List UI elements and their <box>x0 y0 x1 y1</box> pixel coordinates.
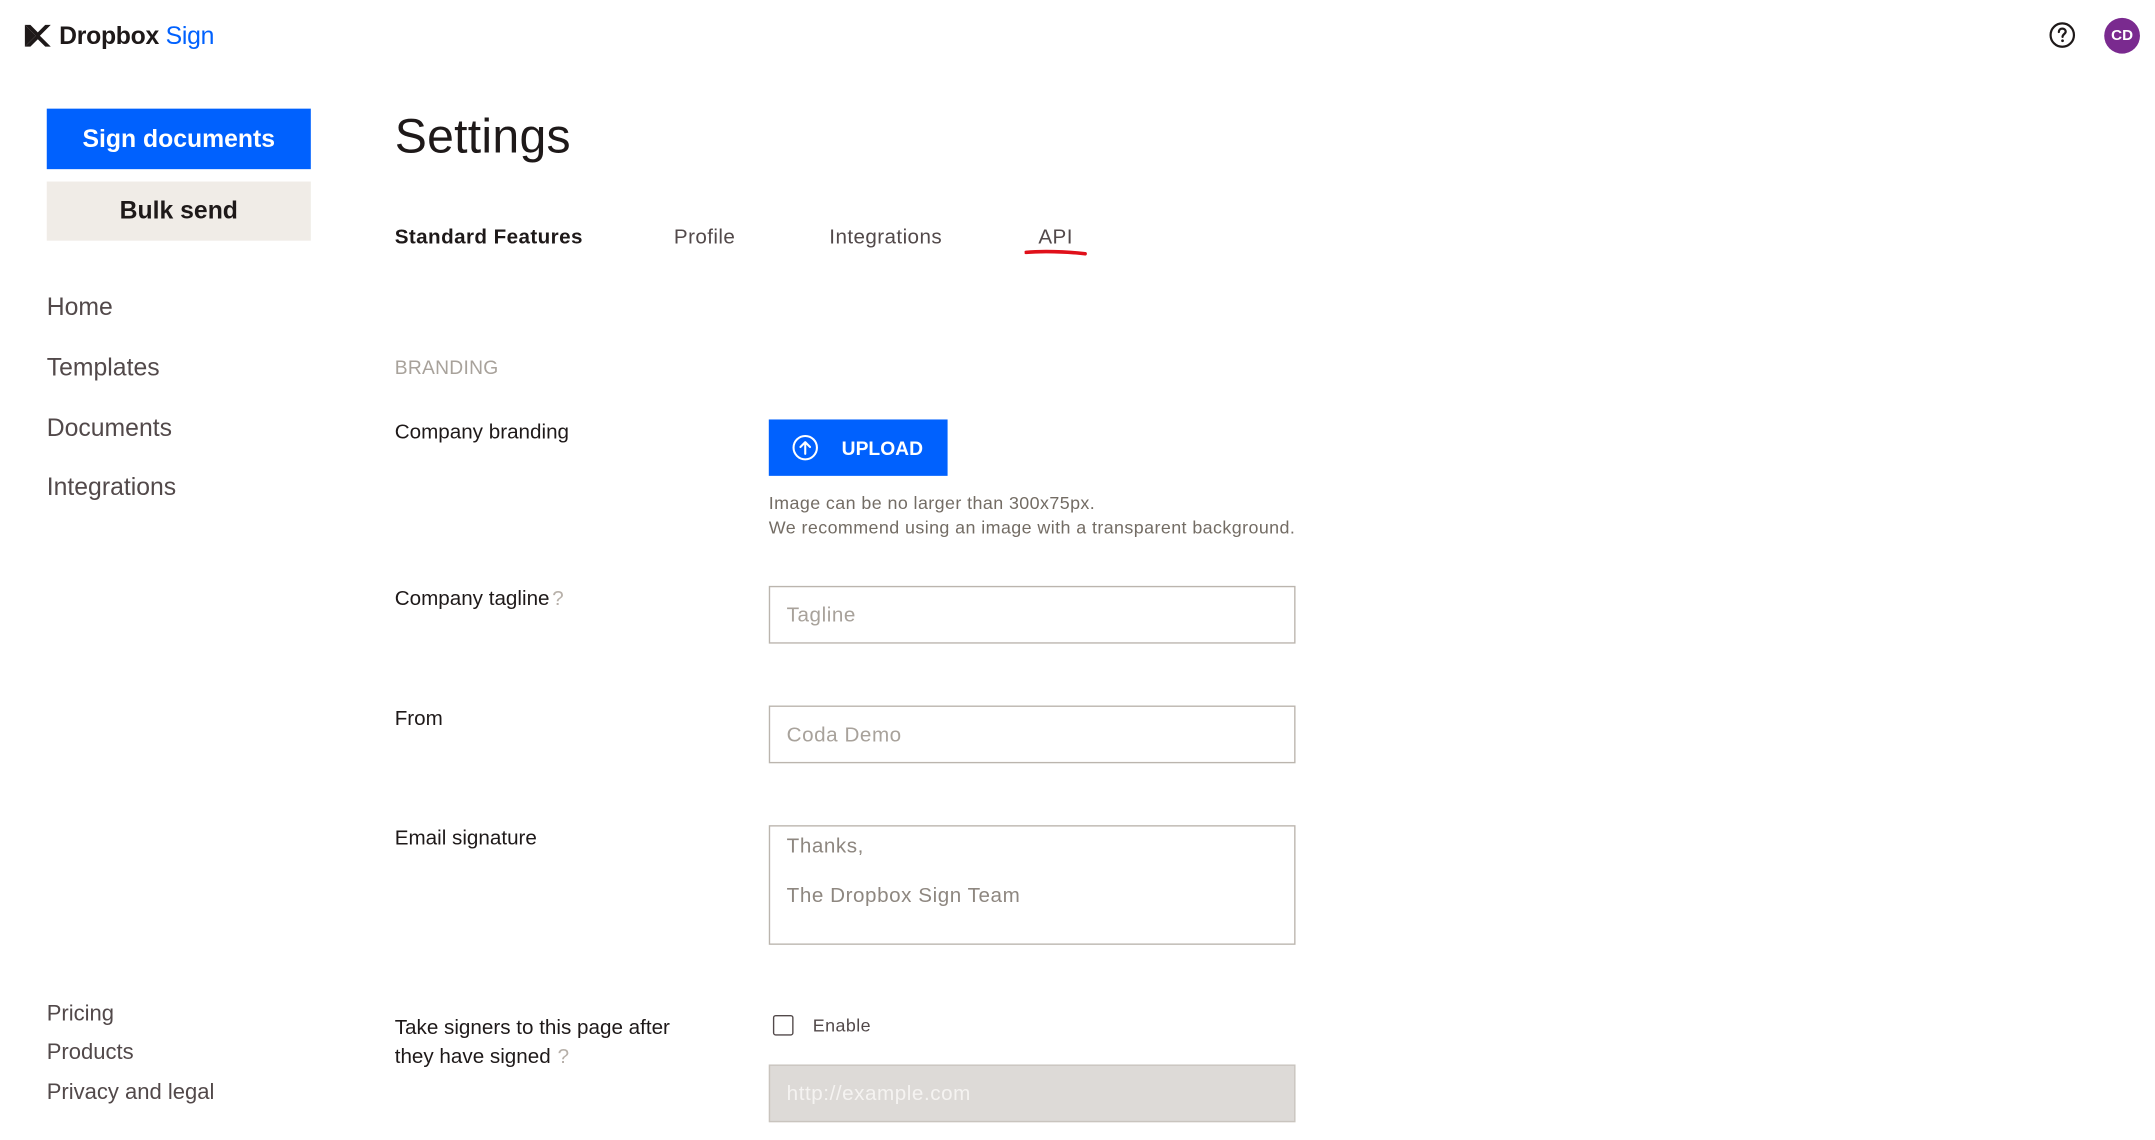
footer-link-products[interactable]: Products <box>47 1041 134 1066</box>
bulk-send-button[interactable]: Bulk send <box>46 181 311 241</box>
tab-integrations[interactable]: Integrations <box>829 226 942 249</box>
upload-button[interactable]: UPLOAD <box>768 419 948 476</box>
email-signature-textarea[interactable]: Thanks, The Dropbox Sign Team <box>768 825 1296 945</box>
redirect-label-line-2: they have signed <box>394 1045 551 1069</box>
app-window: Dropbox Sign CD Sign documents Bulk send… <box>0 0 2155 1139</box>
sidebar-item-integrations[interactable]: Integrations <box>47 473 176 502</box>
question-circle-icon[interactable] <box>2048 21 2077 50</box>
tab-profile[interactable]: Profile <box>674 226 735 249</box>
red-annotation-underline <box>1024 249 1087 256</box>
user-avatar[interactable]: CD <box>2104 17 2140 54</box>
redirect-label: Take signers to this page after they hav… <box>395 1014 670 1072</box>
footer-link-pricing[interactable]: Pricing <box>47 1003 114 1028</box>
logo-text-dropbox: Dropbox <box>59 21 159 49</box>
redirect-label-line-1: Take signers to this page after <box>394 1016 670 1040</box>
dropbox-sign-logo-icon <box>24 24 51 47</box>
section-heading-branding: BRANDING <box>394 356 499 379</box>
upload-button-label: UPLOAD <box>841 436 923 459</box>
sidebar-item-home[interactable]: Home <box>47 293 113 322</box>
company-tagline-label: Company tagline? <box>395 587 564 610</box>
sidebar-item-documents[interactable]: Documents <box>47 414 172 443</box>
logo-text-sign: Sign <box>165 21 215 49</box>
email-signature-label: Email signature <box>394 826 537 850</box>
email-signature-line-1: Thanks, <box>786 834 864 859</box>
redirect-enable-label[interactable]: Enable <box>813 1015 871 1036</box>
company-branding-label: Company branding <box>394 420 570 445</box>
redirect-enable-checkbox[interactable] <box>772 1014 794 1036</box>
redirect-url-input[interactable] <box>768 1064 1296 1123</box>
company-tagline-label-text: Company tagline <box>394 587 550 611</box>
tab-api[interactable]: API <box>1038 226 1072 249</box>
redirect-help-icon[interactable]: ? <box>558 1045 569 1068</box>
from-input[interactable] <box>768 705 1296 764</box>
from-label: From <box>394 706 443 731</box>
tab-standard-features[interactable]: Standard Features <box>395 226 583 249</box>
upload-arrow-circle-icon <box>792 434 818 461</box>
company-tagline-input[interactable] <box>768 585 1296 644</box>
branding-hint-size: Image can be no larger than 300x75px. <box>768 492 1096 513</box>
sign-documents-button[interactable]: Sign documents <box>46 108 311 170</box>
email-signature-line-2: The Dropbox Sign Team <box>786 884 1021 908</box>
dropbox-sign-logo[interactable]: Dropbox Sign <box>24 19 215 52</box>
branding-hint-transparent: We recommend using an image with a trans… <box>768 517 1296 538</box>
tagline-help-icon[interactable]: ? <box>552 587 563 610</box>
sidebar-item-templates[interactable]: Templates <box>47 353 160 382</box>
footer-link-privacy-legal[interactable]: Privacy and legal <box>47 1081 215 1106</box>
page-title: Settings <box>394 110 571 164</box>
